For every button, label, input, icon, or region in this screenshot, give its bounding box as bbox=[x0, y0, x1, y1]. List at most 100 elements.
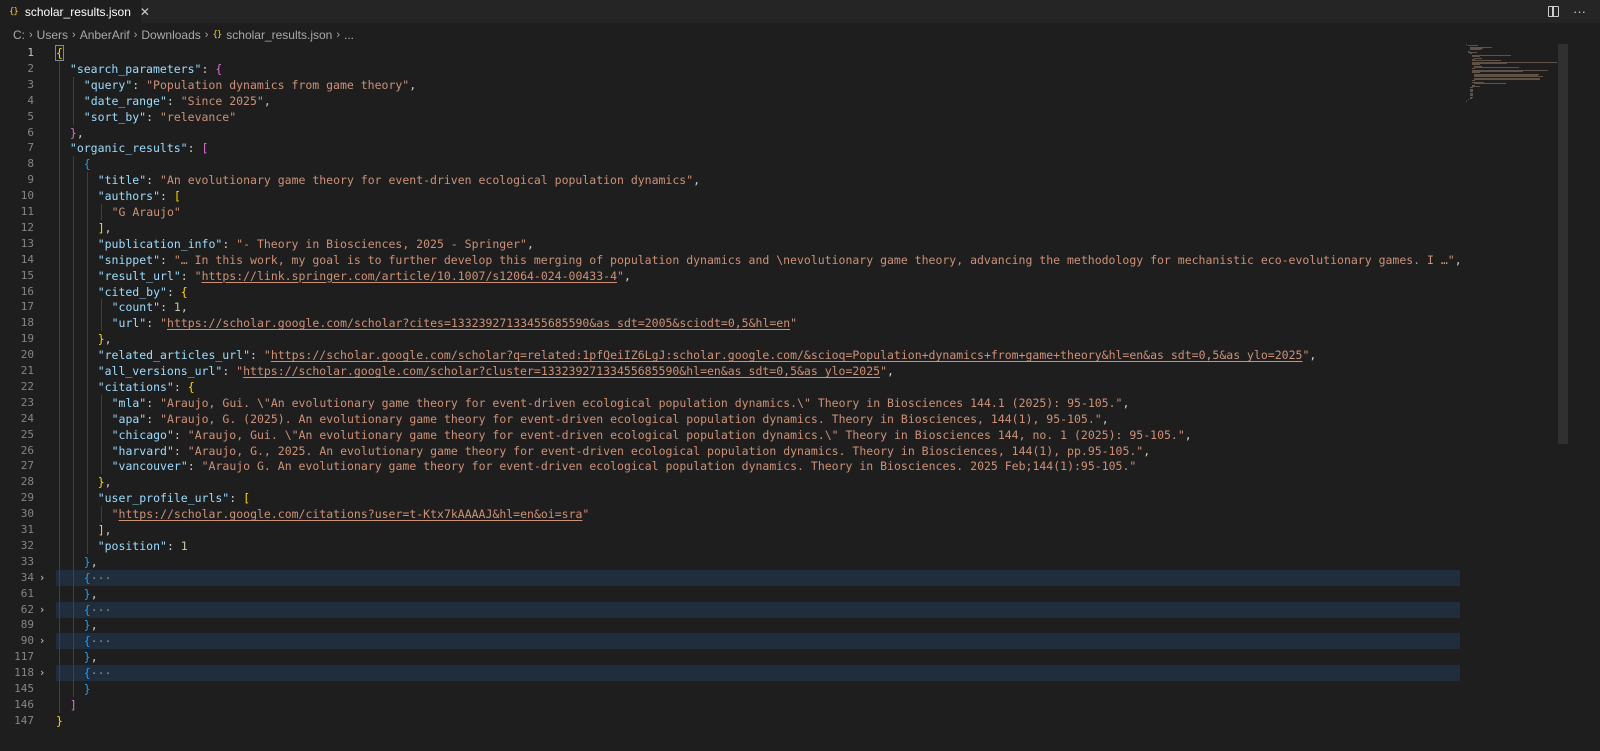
code-token: " bbox=[880, 364, 888, 378]
indent-guide bbox=[86, 235, 88, 252]
code-token: , bbox=[693, 173, 701, 188]
code-line[interactable]: 61}, bbox=[0, 585, 1460, 602]
line-number: 13 bbox=[20, 236, 34, 250]
code-token: 1 bbox=[180, 538, 188, 553]
code-line[interactable]: 29 "user_profile_urls": [ bbox=[0, 490, 1460, 507]
code-line[interactable]: 17 "count": 1, bbox=[0, 299, 1460, 316]
breadcrumb-file[interactable]: scholar_results.json bbox=[226, 28, 332, 42]
code-line[interactable]: 9 "title": "An evolutionary game theory f… bbox=[0, 172, 1460, 189]
code-token: [ bbox=[173, 189, 181, 204]
json-braces-icon: {} bbox=[9, 7, 19, 17]
code-line[interactable]: 28}, bbox=[0, 474, 1460, 491]
fold-chevron-icon[interactable]: › bbox=[40, 633, 44, 649]
code-line[interactable]: 90 › {··· bbox=[0, 633, 1460, 650]
code-line[interactable]: 24 "apa": "Araujo, G. (2025). An evolutio… bbox=[0, 410, 1460, 427]
code-line[interactable]: 62 › {··· bbox=[0, 601, 1460, 618]
code-token: : bbox=[173, 443, 188, 458]
code-token: "snippet" bbox=[97, 252, 160, 267]
fold-chevron-icon[interactable]: › bbox=[40, 570, 44, 586]
fold-chevron-icon[interactable]: › bbox=[40, 665, 44, 681]
code-line[interactable]: 30 "https://scholar.google.com/citations?… bbox=[0, 506, 1460, 523]
code-line[interactable]: 26 "harvard": "Araujo, G., 2025. An evolu… bbox=[0, 442, 1460, 459]
code-line[interactable]: 3 "query": "Population dynamics from game… bbox=[0, 76, 1460, 93]
indent-guide bbox=[59, 172, 60, 189]
code-token: , bbox=[1143, 443, 1151, 458]
code-line[interactable]: 5 "sort_by": "relevance" bbox=[0, 108, 1460, 125]
code-line[interactable]: 27 "vancouver": "Araujo G. An evolutionar… bbox=[0, 458, 1460, 475]
code-token: , bbox=[1101, 411, 1109, 426]
code-token: "apa" bbox=[111, 411, 147, 426]
minimap[interactable] bbox=[1462, 44, 1558, 104]
code-token: : bbox=[173, 379, 188, 394]
indent-guide bbox=[59, 60, 60, 77]
indent-guide bbox=[72, 665, 74, 682]
code-line[interactable]: 10 "authors": [ bbox=[0, 188, 1460, 205]
code-line[interactable]: 147} bbox=[0, 713, 1460, 729]
code-line[interactable]: 118 › {··· bbox=[0, 665, 1460, 682]
indent-guide bbox=[72, 363, 74, 379]
code-text: "chicago": "Araujo, Gui. \"An evolutiona… bbox=[112, 427, 1192, 443]
code-line[interactable]: 89}, bbox=[0, 617, 1460, 634]
code-line[interactable]: 2 "search_parameters": { bbox=[0, 60, 1460, 77]
code-token: { bbox=[83, 602, 91, 617]
indent-guide bbox=[59, 315, 60, 332]
split-editor-icon[interactable] bbox=[1548, 6, 1559, 17]
close-icon[interactable]: ✕ bbox=[140, 5, 150, 19]
tab-scholar-results[interactable]: {} scholar_results.json ✕ bbox=[0, 0, 150, 23]
breadcrumb-anberarif[interactable]: AnberArif bbox=[80, 28, 130, 42]
code-line[interactable]: 13 "publication_info": "- Theory in Biosc… bbox=[0, 235, 1460, 252]
code-line[interactable]: 19}, bbox=[0, 331, 1460, 348]
indent-guide bbox=[72, 490, 74, 507]
line-number: 28 bbox=[20, 475, 34, 489]
code-line[interactable]: 4 "date_range": "Since 2025", bbox=[0, 92, 1460, 109]
line-number: 4 bbox=[27, 93, 34, 107]
indent-guide bbox=[59, 490, 60, 507]
code-line[interactable]: 15 "result_url": "https://link.springer.c… bbox=[0, 267, 1460, 284]
minimap-line bbox=[1474, 66, 1519, 68]
code-line[interactable]: 34 › {··· bbox=[0, 569, 1460, 586]
code-area: "publication_info": "- Theory in Bioscie… bbox=[56, 235, 1460, 252]
breadcrumb-users[interactable]: Users bbox=[37, 28, 68, 42]
code-token: "Araujo, G. (2025). An evolutionary game… bbox=[160, 411, 1102, 426]
code-line[interactable]: 16 "cited_by": { bbox=[0, 283, 1460, 300]
indent-guide bbox=[72, 204, 74, 220]
code-line[interactable]: 12], bbox=[0, 219, 1460, 236]
fold-chevron-icon[interactable]: › bbox=[40, 602, 44, 618]
code-line[interactable]: 14 "snippet": "… In this work, my goal is… bbox=[0, 251, 1462, 268]
breadcrumb-symbols[interactable]: ... bbox=[344, 28, 354, 42]
code-line[interactable]: 1{ bbox=[0, 45, 1460, 61]
indent-guide bbox=[59, 124, 60, 141]
indent-guide bbox=[59, 299, 60, 316]
code-token: , bbox=[104, 332, 112, 347]
vertical-scrollbar[interactable] bbox=[1558, 44, 1568, 444]
code-token: : bbox=[146, 316, 161, 331]
code-line[interactable]: 11 "G Araujo" bbox=[0, 204, 1460, 220]
code-editor[interactable]: 1{2 "search_parameters": {3 "query": "Popu… bbox=[0, 44, 1462, 751]
code-line[interactable]: 31], bbox=[0, 522, 1460, 538]
indent-guide bbox=[72, 219, 74, 236]
indent-guide bbox=[59, 458, 60, 475]
code-line[interactable]: 32 "position": 1 bbox=[0, 537, 1460, 554]
code-line[interactable]: 21 "all_versions_url": "https://scholar.g… bbox=[0, 363, 1460, 379]
breadcrumb-downloads[interactable]: Downloads bbox=[141, 28, 200, 42]
code-line[interactable]: 18 "url": "https://scholar.google.com/sch… bbox=[0, 315, 1460, 332]
code-line[interactable]: 23 "mla": "Araujo, Gui. \"An evolutionary… bbox=[0, 394, 1460, 411]
code-line[interactable]: 33}, bbox=[0, 553, 1460, 570]
code-line[interactable]: 22 "citations": { bbox=[0, 378, 1460, 395]
code-line[interactable]: 117}, bbox=[0, 649, 1460, 666]
code-line[interactable]: 146] bbox=[0, 696, 1460, 713]
code-line[interactable]: 7 "organic_results": [ bbox=[0, 140, 1460, 157]
code-line[interactable]: 145} bbox=[0, 681, 1460, 697]
code-line[interactable]: 25 "chicago": "Araujo, Gui. \"An evolutio… bbox=[0, 426, 1460, 443]
indent-guide bbox=[86, 172, 88, 189]
code-line[interactable]: 20 "related_articles_url": "https://schol… bbox=[0, 347, 1460, 364]
breadcrumb-drive[interactable]: C: bbox=[13, 28, 25, 42]
code-area: "search_parameters": { bbox=[56, 60, 1460, 77]
code-line[interactable]: 6}, bbox=[0, 124, 1460, 141]
more-actions-icon[interactable]: ··· bbox=[1573, 5, 1586, 18]
code-line[interactable]: 8{ bbox=[0, 156, 1460, 173]
indent-guide bbox=[100, 410, 102, 427]
code-area: "chicago": "Araujo, Gui. \"An evolutiona… bbox=[56, 426, 1460, 443]
indent-guide bbox=[59, 474, 60, 491]
code-token: : bbox=[187, 459, 202, 474]
